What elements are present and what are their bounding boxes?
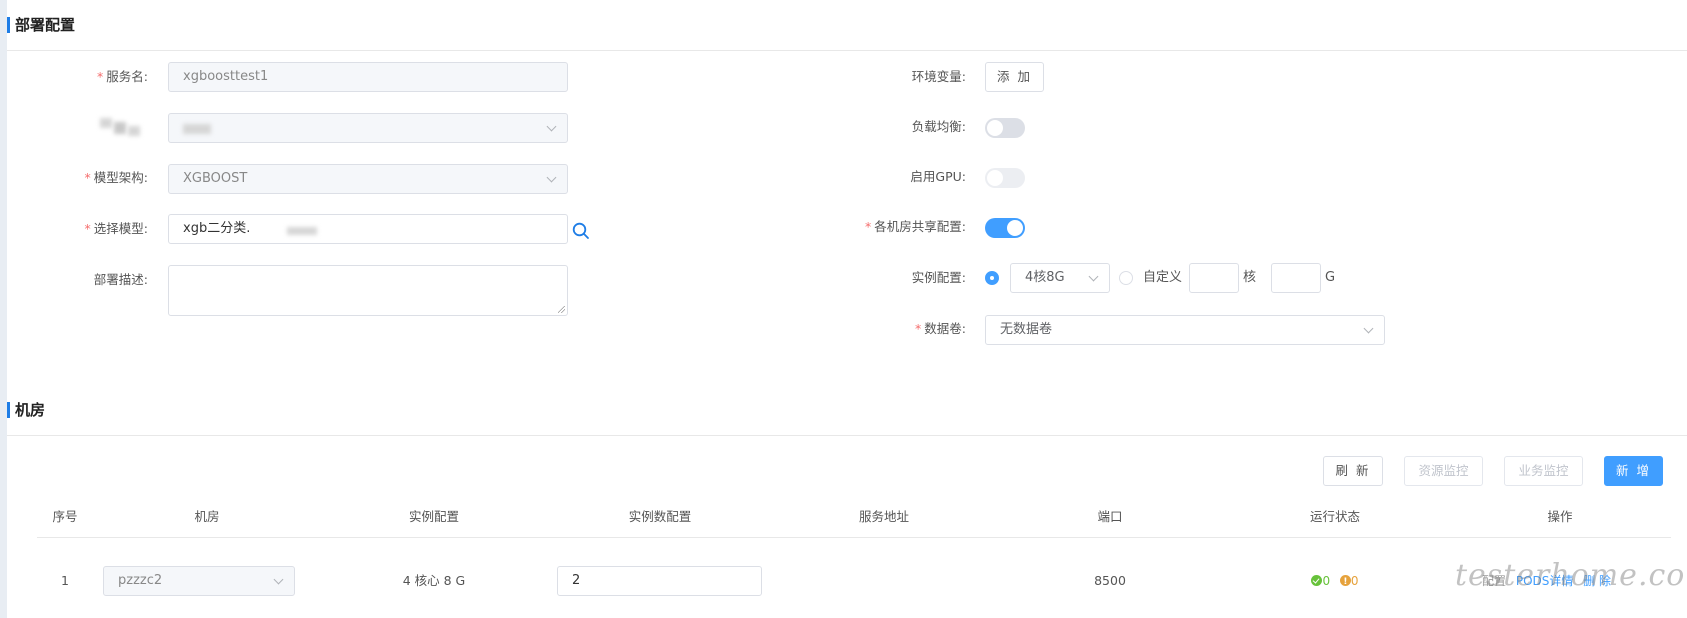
description-label: 部署描述: bbox=[93, 272, 148, 287]
status-warn-count: 0 bbox=[1350, 574, 1359, 588]
table-header-index: 序号 bbox=[52, 509, 78, 524]
preset-select[interactable]: 4核8G bbox=[1010, 263, 1110, 293]
resource-monitor-button[interactable]: 资源监控 bbox=[1404, 456, 1483, 486]
table-header-address: 服务地址 bbox=[858, 509, 909, 524]
preset-value: 4核8G bbox=[1025, 270, 1065, 285]
mem-unit: G bbox=[1325, 270, 1336, 285]
table-header-port: 端口 bbox=[1097, 509, 1123, 524]
search-icon[interactable] bbox=[572, 222, 590, 240]
warning-circle-icon bbox=[1339, 573, 1351, 591]
add-env-button[interactable]: 添 加 bbox=[985, 62, 1044, 92]
custom-radio[interactable] bbox=[1119, 271, 1133, 285]
row-index: 1 bbox=[61, 573, 69, 588]
load-balance-switch[interactable] bbox=[985, 118, 1025, 138]
section-divider bbox=[7, 50, 1687, 51]
add-button[interactable]: 新 增 bbox=[1604, 456, 1663, 486]
row-instance-config: 4 核心 8 G bbox=[402, 573, 466, 588]
model-arch-label: * 模型架构: bbox=[84, 170, 148, 185]
preset-radio[interactable] bbox=[985, 271, 999, 285]
enable-gpu-switch[interactable] bbox=[985, 168, 1025, 188]
model-arch-select[interactable]: XGBOOST bbox=[168, 164, 568, 194]
data-volume-value: 无数据卷 bbox=[1000, 322, 1053, 337]
mem-input[interactable] bbox=[1271, 263, 1321, 293]
business-monitor-button[interactable]: 业务监控 bbox=[1504, 456, 1583, 486]
service-name-input: xgboosttest1 bbox=[168, 62, 568, 92]
core-unit: 核 bbox=[1243, 270, 1257, 285]
shared-config-switch[interactable] bbox=[985, 218, 1025, 238]
shared-config-label: * 各机房共享配置: bbox=[865, 219, 966, 234]
refresh-button[interactable]: 刷 新 bbox=[1323, 456, 1383, 486]
table-header-instance-config: 实例配置 bbox=[408, 509, 459, 524]
env-vars-label: 环境变量: bbox=[911, 69, 966, 84]
select-model-value: xgb二分类. bbox=[183, 221, 251, 236]
masked-label bbox=[100, 118, 140, 138]
table-header-instance-count: 实例数配置 bbox=[628, 509, 692, 524]
instance-config-label: 实例配置: bbox=[911, 270, 966, 285]
left-edge-bar bbox=[0, 0, 7, 618]
enable-gpu-label: 启用GPU: bbox=[910, 169, 966, 184]
section-title-deploy: 部署配置 bbox=[7, 16, 75, 34]
row-instance-count-input[interactable]: 2 bbox=[557, 566, 762, 596]
custom-label: 自定义 bbox=[1143, 270, 1183, 285]
masked-select[interactable] bbox=[168, 113, 568, 143]
load-balance-label: 负载均衡: bbox=[911, 119, 966, 134]
data-volume-label: * 数据卷: bbox=[915, 321, 966, 336]
description-textarea[interactable] bbox=[168, 265, 568, 316]
section-title-room: 机房 bbox=[7, 401, 45, 419]
model-arch-value: XGBOOST bbox=[183, 171, 248, 186]
table-header-actions: 操作 bbox=[1547, 509, 1573, 524]
table-header-room: 机房 bbox=[194, 509, 220, 524]
check-circle-icon bbox=[1311, 575, 1323, 586]
row-room-value: pzzzc2 bbox=[118, 573, 163, 588]
select-model-label: * 选择模型: bbox=[84, 221, 148, 236]
core-input[interactable] bbox=[1189, 263, 1239, 293]
section-divider bbox=[7, 435, 1687, 436]
table-header-status: 运行状态 bbox=[1309, 509, 1360, 524]
table-header-divider bbox=[37, 537, 1671, 538]
service-name-label: * 服务名: bbox=[97, 69, 148, 84]
row-port: 8500 bbox=[1094, 573, 1126, 588]
row-room-select[interactable]: pzzzc2 bbox=[103, 566, 295, 596]
status-ok-count: 0 bbox=[1322, 574, 1331, 588]
watermark: testerhome.com bbox=[1455, 558, 1687, 593]
row-status: 0 0 bbox=[1285, 572, 1385, 591]
select-model-input[interactable]: xgb二分类. bbox=[168, 214, 568, 244]
data-volume-select[interactable]: 无数据卷 bbox=[985, 315, 1385, 345]
